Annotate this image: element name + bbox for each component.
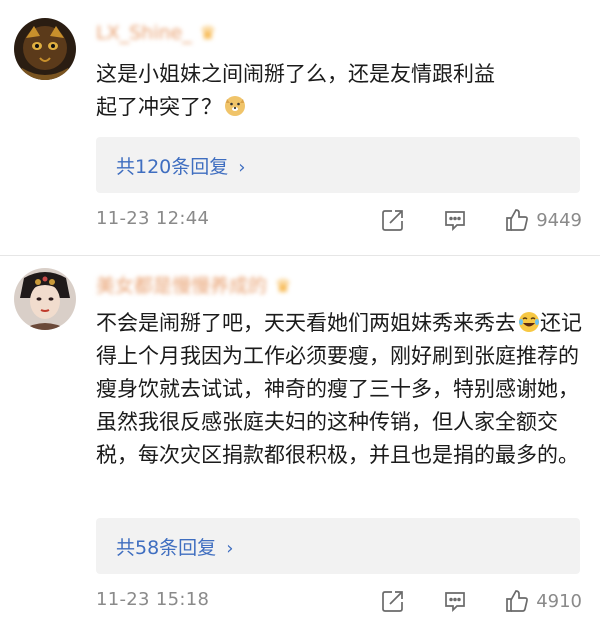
share-icon[interactable] xyxy=(380,207,406,233)
chevron-right-icon: › xyxy=(226,538,234,559)
comment-actions: 9449 xyxy=(380,205,582,235)
comment-item-2: 美女都是慢慢养成的 ♛ 不会是闹掰了吧，天天看她们两姐妹秀来秀去 还记得上个月我因为… xyxy=(0,256,600,632)
chevron-right-icon: › xyxy=(238,157,246,178)
avatar[interactable] xyxy=(14,18,76,80)
comment-text-line: 起了冲突了？ xyxy=(96,95,222,119)
avatar[interactable] xyxy=(14,268,76,330)
comment-icon[interactable] xyxy=(442,207,468,233)
crown-icon: ♛ xyxy=(275,276,292,297)
thumbs-up-icon[interactable] xyxy=(504,207,530,233)
like-count: 9449 xyxy=(536,209,582,231)
comment-icon[interactable] xyxy=(442,588,468,614)
comment-text: 不会是闹掰了吧，天天看她们两姐妹秀来秀去 还记得上个月我因为工作必须要瘦，刚好刷到… xyxy=(96,307,586,472)
timestamp: 11-23 12:44 xyxy=(96,208,210,229)
comment-item-1: LX_Shine_ ♛ 这是小姐妹之间闹掰了么，还是友情跟利益 起了冲突了？ 共1… xyxy=(0,0,600,256)
comment-actions: 4910 xyxy=(380,586,582,616)
view-replies-link[interactable]: 共58条回复 › xyxy=(116,533,233,560)
comment-text-line: 这是小姐妹之间闹掰了么，还是友情跟利益 xyxy=(96,62,495,86)
thumbs-up-icon[interactable] xyxy=(504,588,530,614)
share-icon[interactable] xyxy=(380,588,406,614)
reply-summary-box[interactable]: 共58条回复 › xyxy=(96,518,580,574)
like-count: 4910 xyxy=(536,590,582,612)
comment-text-part: 不会是闹掰了吧，天天看她们两姐妹秀来秀去 xyxy=(96,311,516,335)
doge-emoji-icon xyxy=(225,96,245,116)
view-replies-link[interactable]: 共120条回复 › xyxy=(116,152,245,179)
laughing-tears-emoji-icon xyxy=(519,312,539,332)
crown-icon: ♛ xyxy=(199,23,216,44)
reply-summary-box[interactable]: 共120条回复 › xyxy=(96,137,580,193)
comment-text: 这是小姐妹之间闹掰了么，还是友情跟利益 起了冲突了？ xyxy=(96,58,586,124)
username[interactable]: 美女都是慢慢养成的 ♛ xyxy=(96,271,291,298)
username[interactable]: LX_Shine_ ♛ xyxy=(96,22,216,44)
timestamp: 11-23 15:18 xyxy=(96,589,210,610)
